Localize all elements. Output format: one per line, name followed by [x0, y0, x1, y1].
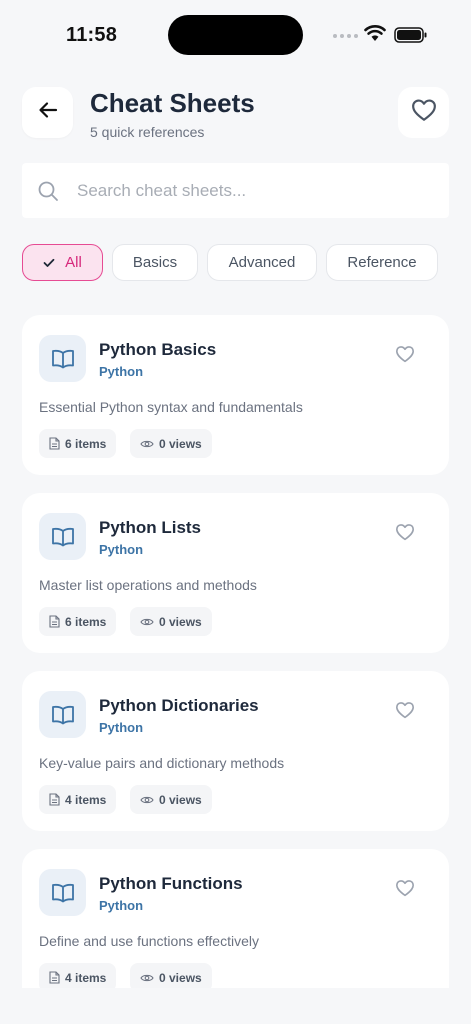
- back-button[interactable]: [22, 87, 73, 138]
- bottom-safe-area: [0, 988, 471, 1024]
- filter-chip-all[interactable]: All: [22, 244, 103, 281]
- filter-chips: All Basics Advanced Reference: [22, 244, 438, 281]
- card-title: Python Lists: [99, 518, 202, 537]
- cheat-sheet-card[interactable]: Python Dictionaries Python Key-value pai…: [22, 671, 449, 831]
- dynamic-island: [168, 15, 303, 55]
- card-description: Essential Python syntax and fundamentals: [39, 399, 303, 415]
- filter-chip-advanced[interactable]: Advanced: [207, 244, 317, 281]
- wifi-icon: [364, 24, 386, 47]
- filter-chip-reference[interactable]: Reference: [326, 244, 438, 281]
- eye-icon: [140, 974, 154, 981]
- cheat-sheet-card[interactable]: Python Basics Python Essential Python sy…: [22, 315, 449, 475]
- page-subtitle: 5 quick references: [90, 124, 205, 140]
- status-time: 11:58: [66, 24, 118, 46]
- view-count: 0 views: [159, 436, 202, 451]
- item-count: 4 items: [65, 970, 107, 985]
- item-count-badge: 6 items: [39, 429, 117, 458]
- view-count: 0 views: [159, 792, 202, 807]
- card-title: Python Dictionaries: [99, 696, 259, 715]
- heart-icon[interactable]: [395, 523, 417, 545]
- card-description: Master list operations and methods: [39, 577, 257, 593]
- heart-icon: [411, 98, 437, 127]
- eye-icon: [140, 618, 154, 625]
- document-icon: [49, 437, 60, 450]
- item-count-badge: 4 items: [39, 785, 117, 814]
- view-count-badge: 0 views: [130, 785, 212, 814]
- search-icon: [37, 180, 59, 202]
- cheat-sheet-card[interactable]: Python Lists Python Master list operatio…: [22, 493, 449, 653]
- item-count: 4 items: [65, 792, 107, 807]
- item-count: 6 items: [65, 614, 107, 629]
- search-bar[interactable]: [22, 163, 449, 218]
- card-title: Python Basics: [99, 340, 217, 359]
- book-icon: [39, 691, 86, 738]
- book-icon: [39, 513, 86, 560]
- card-description: Define and use functions effectively: [39, 933, 259, 949]
- view-count-badge: 0 views: [130, 607, 212, 636]
- view-count-badge: 0 views: [130, 429, 212, 458]
- favorites-button[interactable]: [398, 87, 449, 138]
- card-title: Python Functions: [99, 874, 243, 893]
- battery-icon: [394, 27, 428, 48]
- filter-chip-label: Reference: [347, 254, 417, 271]
- card-tag: Python: [99, 542, 144, 557]
- book-icon: [39, 335, 86, 382]
- status-bar: 11:58: [0, 0, 471, 60]
- book-icon: [39, 869, 86, 916]
- search-input[interactable]: [77, 180, 407, 201]
- check-icon: [43, 258, 55, 268]
- heart-icon[interactable]: [395, 701, 417, 723]
- filter-chip-label: All: [65, 254, 82, 271]
- eye-icon: [140, 440, 154, 447]
- cheat-sheet-card[interactable]: Python Functions Python Define and use f…: [22, 849, 449, 1009]
- heart-icon[interactable]: [395, 345, 417, 367]
- document-icon: [49, 971, 60, 984]
- filter-chip-basics[interactable]: Basics: [112, 244, 198, 281]
- cellular-signal-icon: [333, 34, 358, 38]
- document-icon: [49, 615, 60, 628]
- card-tag: Python: [99, 898, 144, 913]
- arrow-left-icon: [37, 99, 59, 126]
- heart-icon[interactable]: [395, 879, 417, 901]
- item-count: 6 items: [65, 436, 107, 451]
- view-count: 0 views: [159, 970, 202, 985]
- eye-icon: [140, 796, 154, 803]
- card-tag: Python: [99, 720, 144, 735]
- card-tag: Python: [99, 364, 144, 379]
- card-description: Key-value pairs and dictionary methods: [39, 755, 285, 771]
- filter-chip-label: Basics: [132, 254, 178, 271]
- document-icon: [49, 793, 60, 806]
- page-title: Cheat Sheets: [90, 88, 255, 118]
- filter-chip-label: Advanced: [228, 254, 296, 271]
- item-count-badge: 6 items: [39, 607, 117, 636]
- view-count: 0 views: [159, 614, 202, 629]
